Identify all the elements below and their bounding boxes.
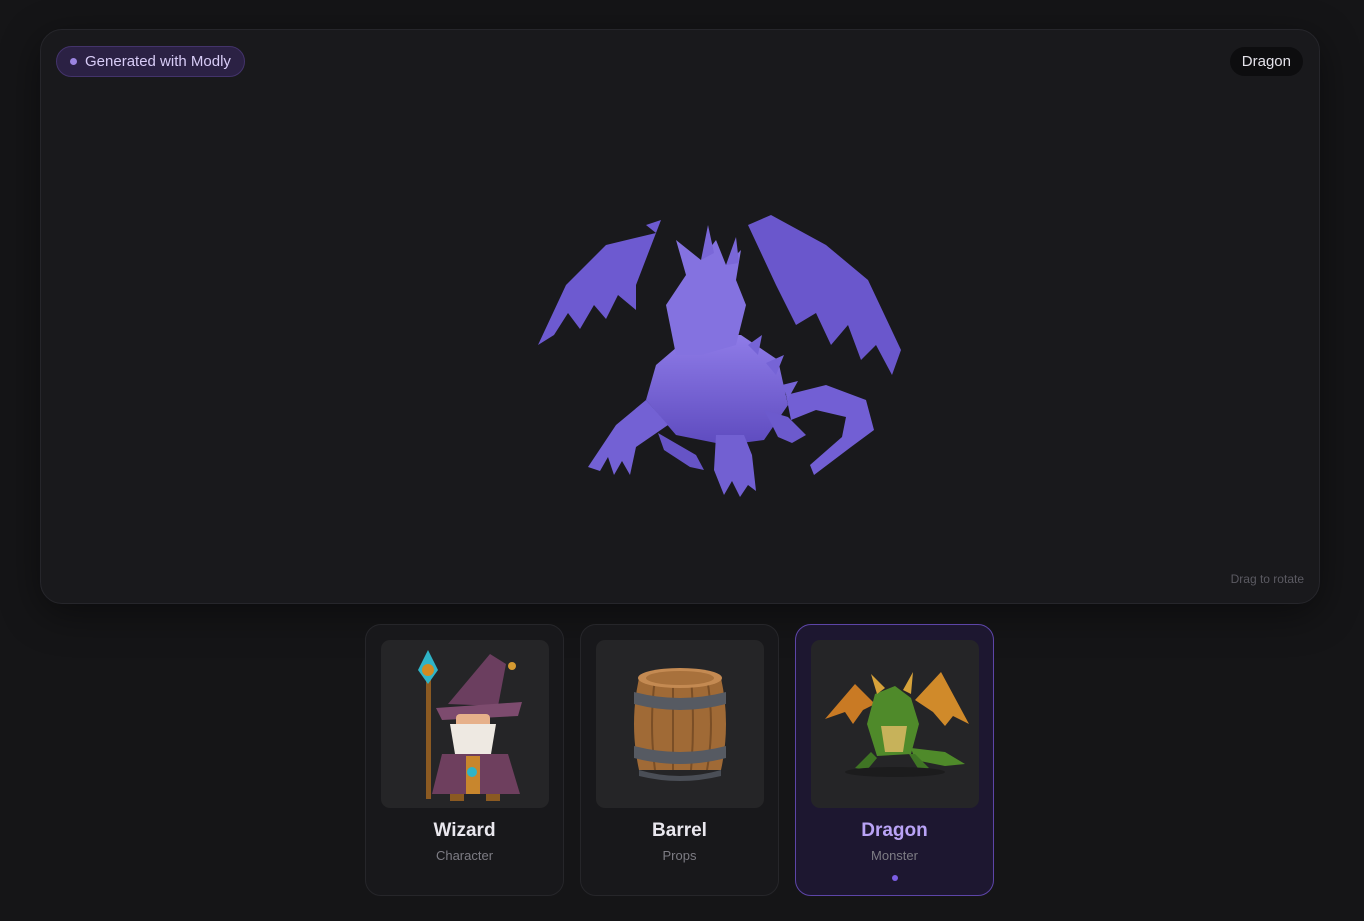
generated-label: Generated with Modly [85,53,231,70]
model-viewer[interactable]: Generated with Modly Dragon Drag to rota… [40,29,1320,604]
selected-indicator-dot [891,875,898,881]
model-card-category: Monster [871,848,918,863]
model-card-wizard[interactable]: Wizard Character [365,624,564,896]
dragon-thumbnail [810,640,979,808]
model-card-dragon[interactable]: Dragon Monster [795,624,994,896]
model-card-category: Character [435,848,494,863]
wizard-thumbnail [380,640,549,808]
dragon-3d-model[interactable] [496,185,916,505]
drag-hint: Drag to rotate [1230,572,1304,586]
generated-badge: Generated with Modly [56,46,245,77]
model-card-barrel[interactable]: Barrel Props [580,624,779,896]
model-name-badge: Dragon [1229,47,1303,76]
model-thumbnails: Wizard Character Barrel Props Dragon Mon… [365,624,994,896]
model-card-title: Barrel [652,820,707,841]
model-card-title: Wizard [433,820,496,841]
badge-dot-icon [70,58,77,65]
model-card-title: Dragon [861,820,928,841]
model-card-category: Props [662,848,697,863]
barrel-thumbnail [595,640,764,808]
